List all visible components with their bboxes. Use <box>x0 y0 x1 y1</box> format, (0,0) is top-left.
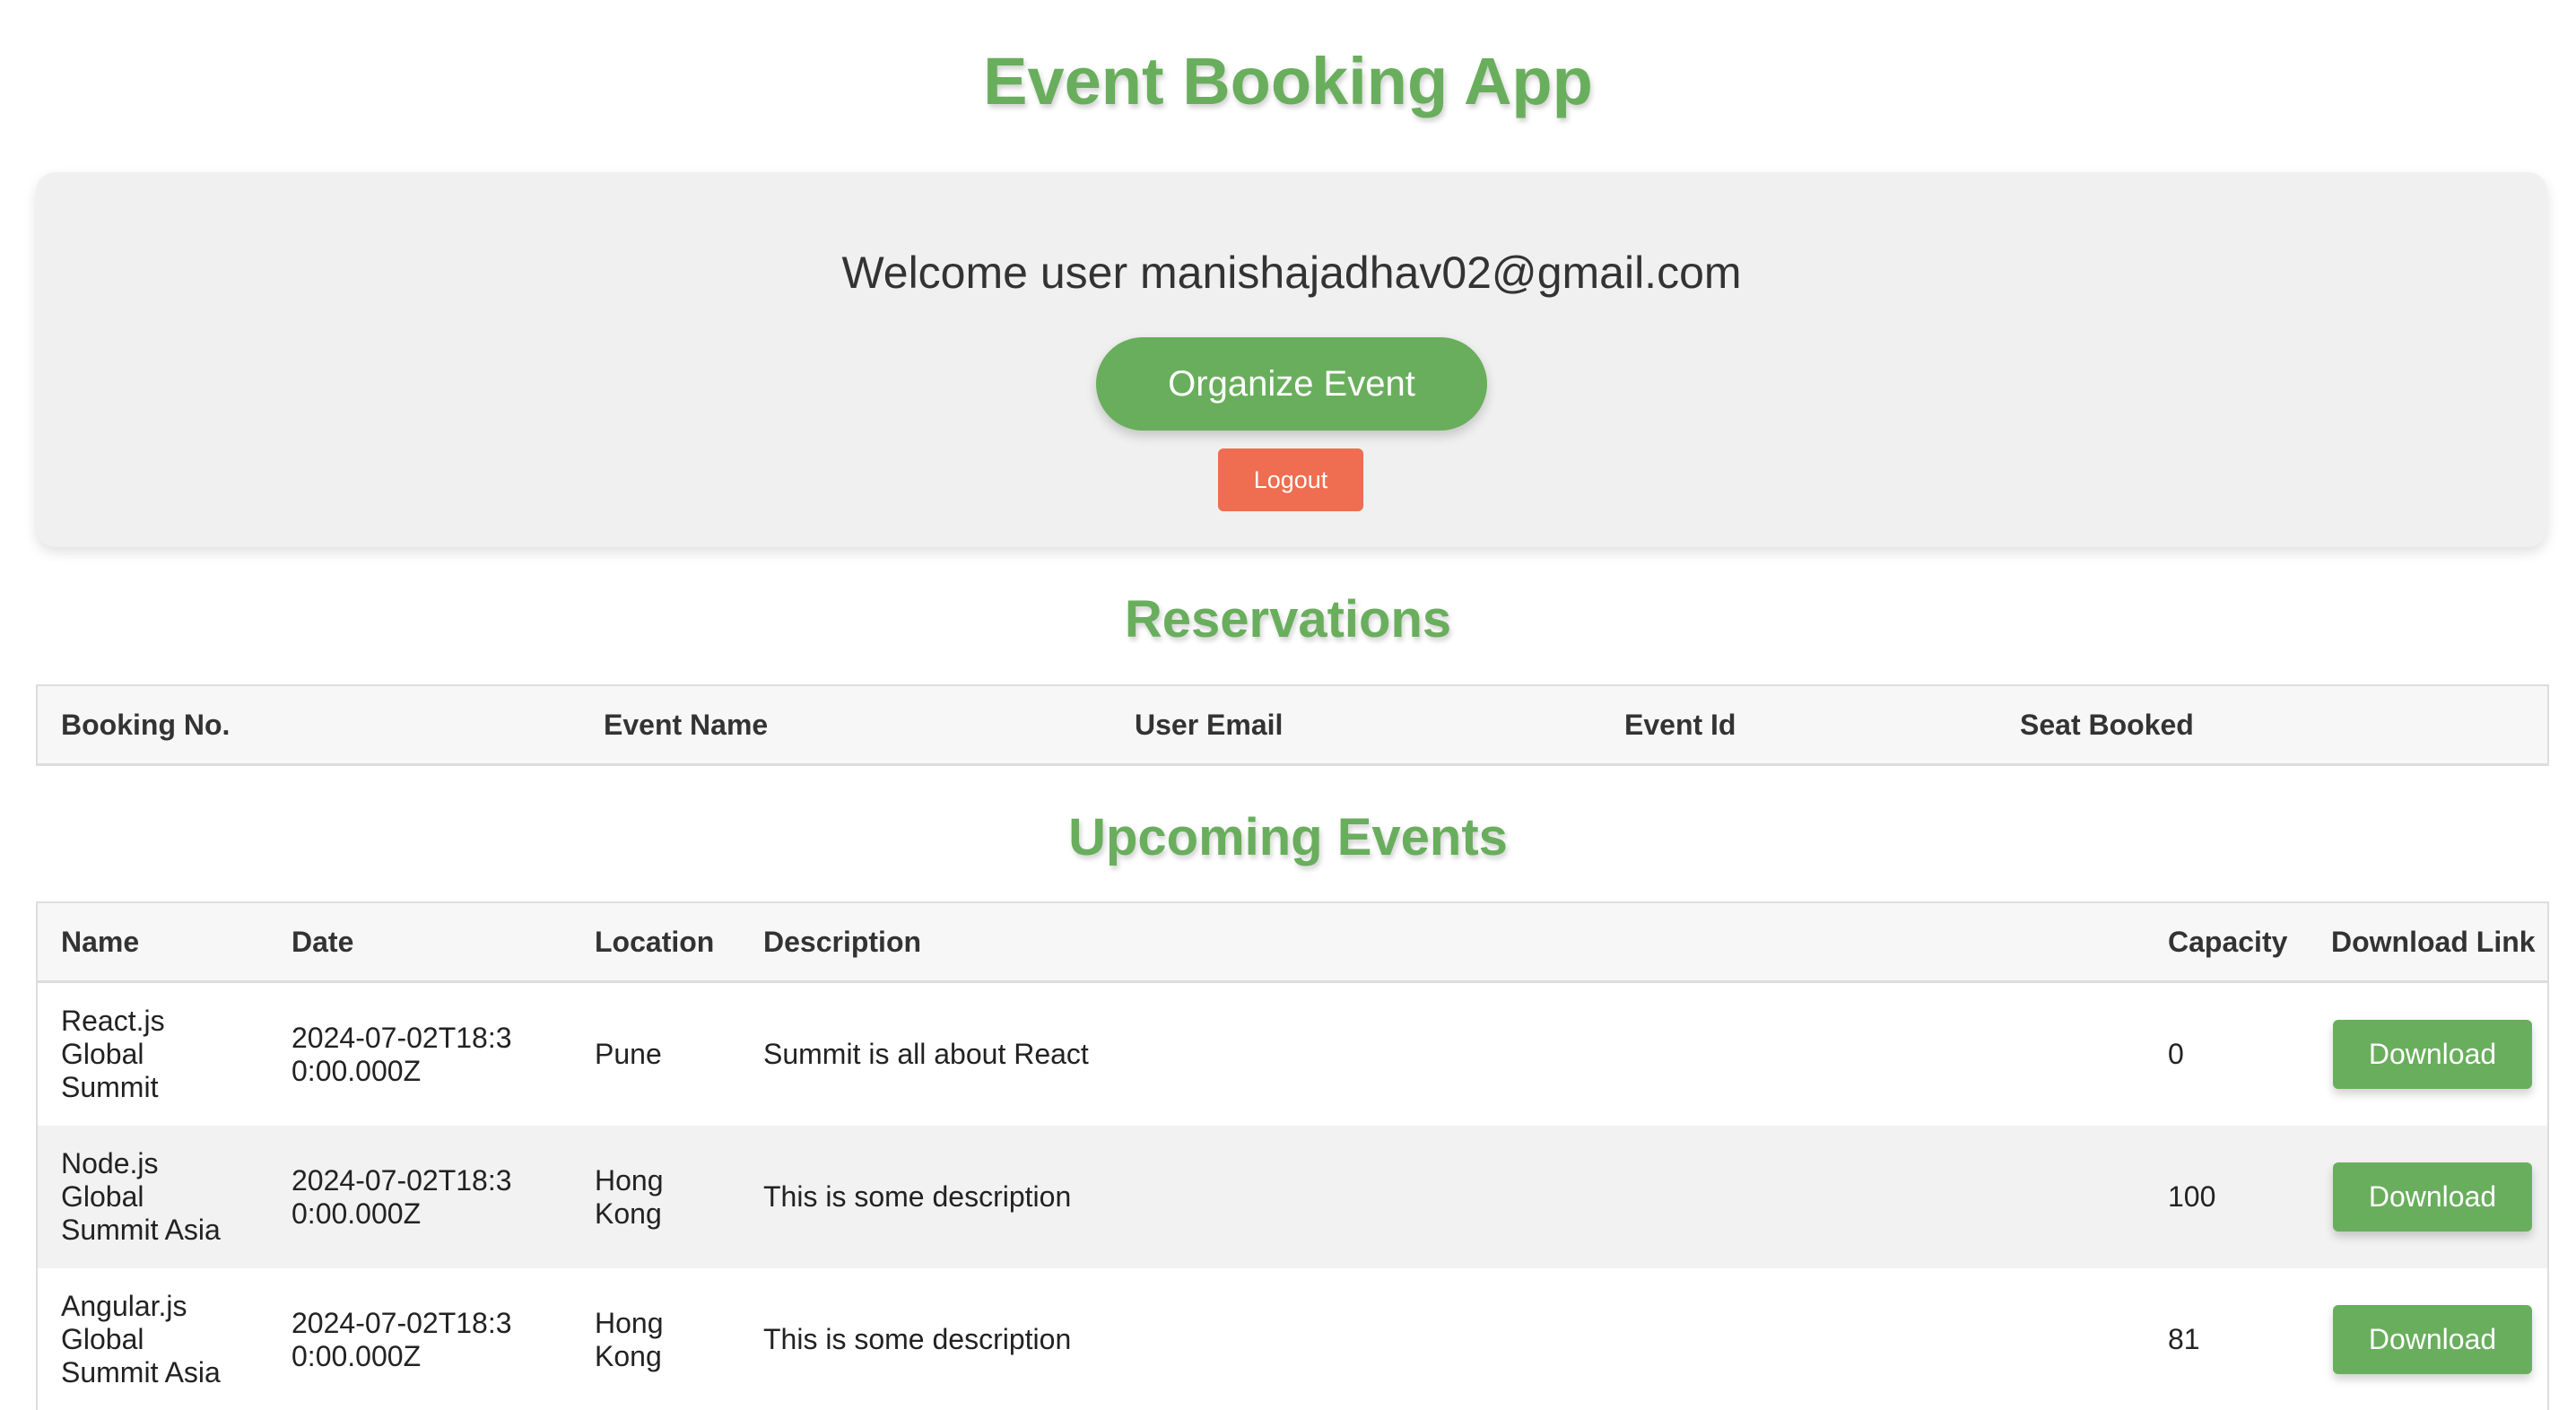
event-name-cell: React.js Global Summit <box>61 1005 165 1103</box>
column-header-capacity: Capacity <box>2145 902 2308 982</box>
column-header-event-id: Event Id <box>1601 685 1997 765</box>
event-date-cell: 2024-07-02T18:30:00.000Z <box>292 1306 512 1372</box>
column-header-download-link: Download Link <box>2308 902 2548 982</box>
welcome-card: Welcome user manishajadhav02@gmail.com O… <box>36 172 2547 547</box>
event-description-cell: Summit is all about React <box>763 1038 1089 1070</box>
event-date-cell: 2024-07-02T18:30:00.000Z <box>292 1021 512 1087</box>
logout-button[interactable]: Logout <box>1218 448 1363 511</box>
event-location-cell: Hong Kong <box>595 1163 664 1230</box>
event-location-cell: Pune <box>595 1038 662 1070</box>
download-cell: Download <box>2308 1268 2548 1410</box>
download-button[interactable]: Download <box>2333 1162 2532 1232</box>
column-header-seat-booked: Seat Booked <box>1997 685 2548 765</box>
event-name-cell: Node.js Global Summit Asia <box>61 1147 221 1246</box>
event-capacity-cell: 100 <box>2168 1180 2216 1213</box>
organize-event-button[interactable]: Organize Event <box>1096 337 1487 431</box>
reservations-table: Booking No. Event Name User Email Event … <box>36 684 2549 766</box>
welcome-message: Welcome user manishajadhav02@gmail.com <box>841 248 1742 298</box>
reservations-title: Reservations <box>1124 590 1452 648</box>
event-description-cell: This is some description <box>763 1180 1072 1213</box>
event-capacity-cell: 0 <box>2168 1038 2184 1070</box>
column-header-description: Description <box>740 902 2145 982</box>
table-row: React.js Global Summit 2024-07-02T18:30:… <box>37 981 2548 1127</box>
upcoming-events-title: Upcoming Events <box>1068 808 1508 866</box>
column-header-event-name: Event Name <box>580 685 1111 765</box>
download-button[interactable]: Download <box>2333 1020 2532 1089</box>
column-header-location: Location <box>571 902 740 982</box>
download-button[interactable]: Download <box>2333 1305 2532 1374</box>
table-row: Node.js Global Summit Asia 2024-07-02T18… <box>37 1126 2548 1268</box>
column-header-date: Date <box>268 902 571 982</box>
column-header-booking-no: Booking No. <box>37 685 580 765</box>
event-description-cell: This is some description <box>763 1323 1072 1355</box>
event-location-cell: Hong Kong <box>595 1306 664 1372</box>
download-cell: Download <box>2308 982 2548 1127</box>
event-capacity-cell: 81 <box>2168 1323 2200 1355</box>
event-name-cell: Angular.js Global Summit Asia <box>61 1290 221 1388</box>
upcoming-header-row: Name Date Location Description Capacity … <box>37 902 2548 982</box>
upcoming-events-table: Name Date Location Description Capacity … <box>36 901 2549 1410</box>
page: Event Booking App Welcome user manishaja… <box>0 0 2576 1410</box>
reservations-header-row: Booking No. Event Name User Email Event … <box>37 685 2548 765</box>
column-header-name: Name <box>37 902 268 982</box>
event-date-cell: 2024-07-02T18:30:00.000Z <box>292 1163 512 1230</box>
table-row: Angular.js Global Summit Asia 2024-07-02… <box>37 1268 2548 1410</box>
download-cell: Download <box>2308 1126 2548 1268</box>
column-header-user-email: User Email <box>1111 685 1601 765</box>
app-title: Event Booking App <box>983 44 1593 118</box>
